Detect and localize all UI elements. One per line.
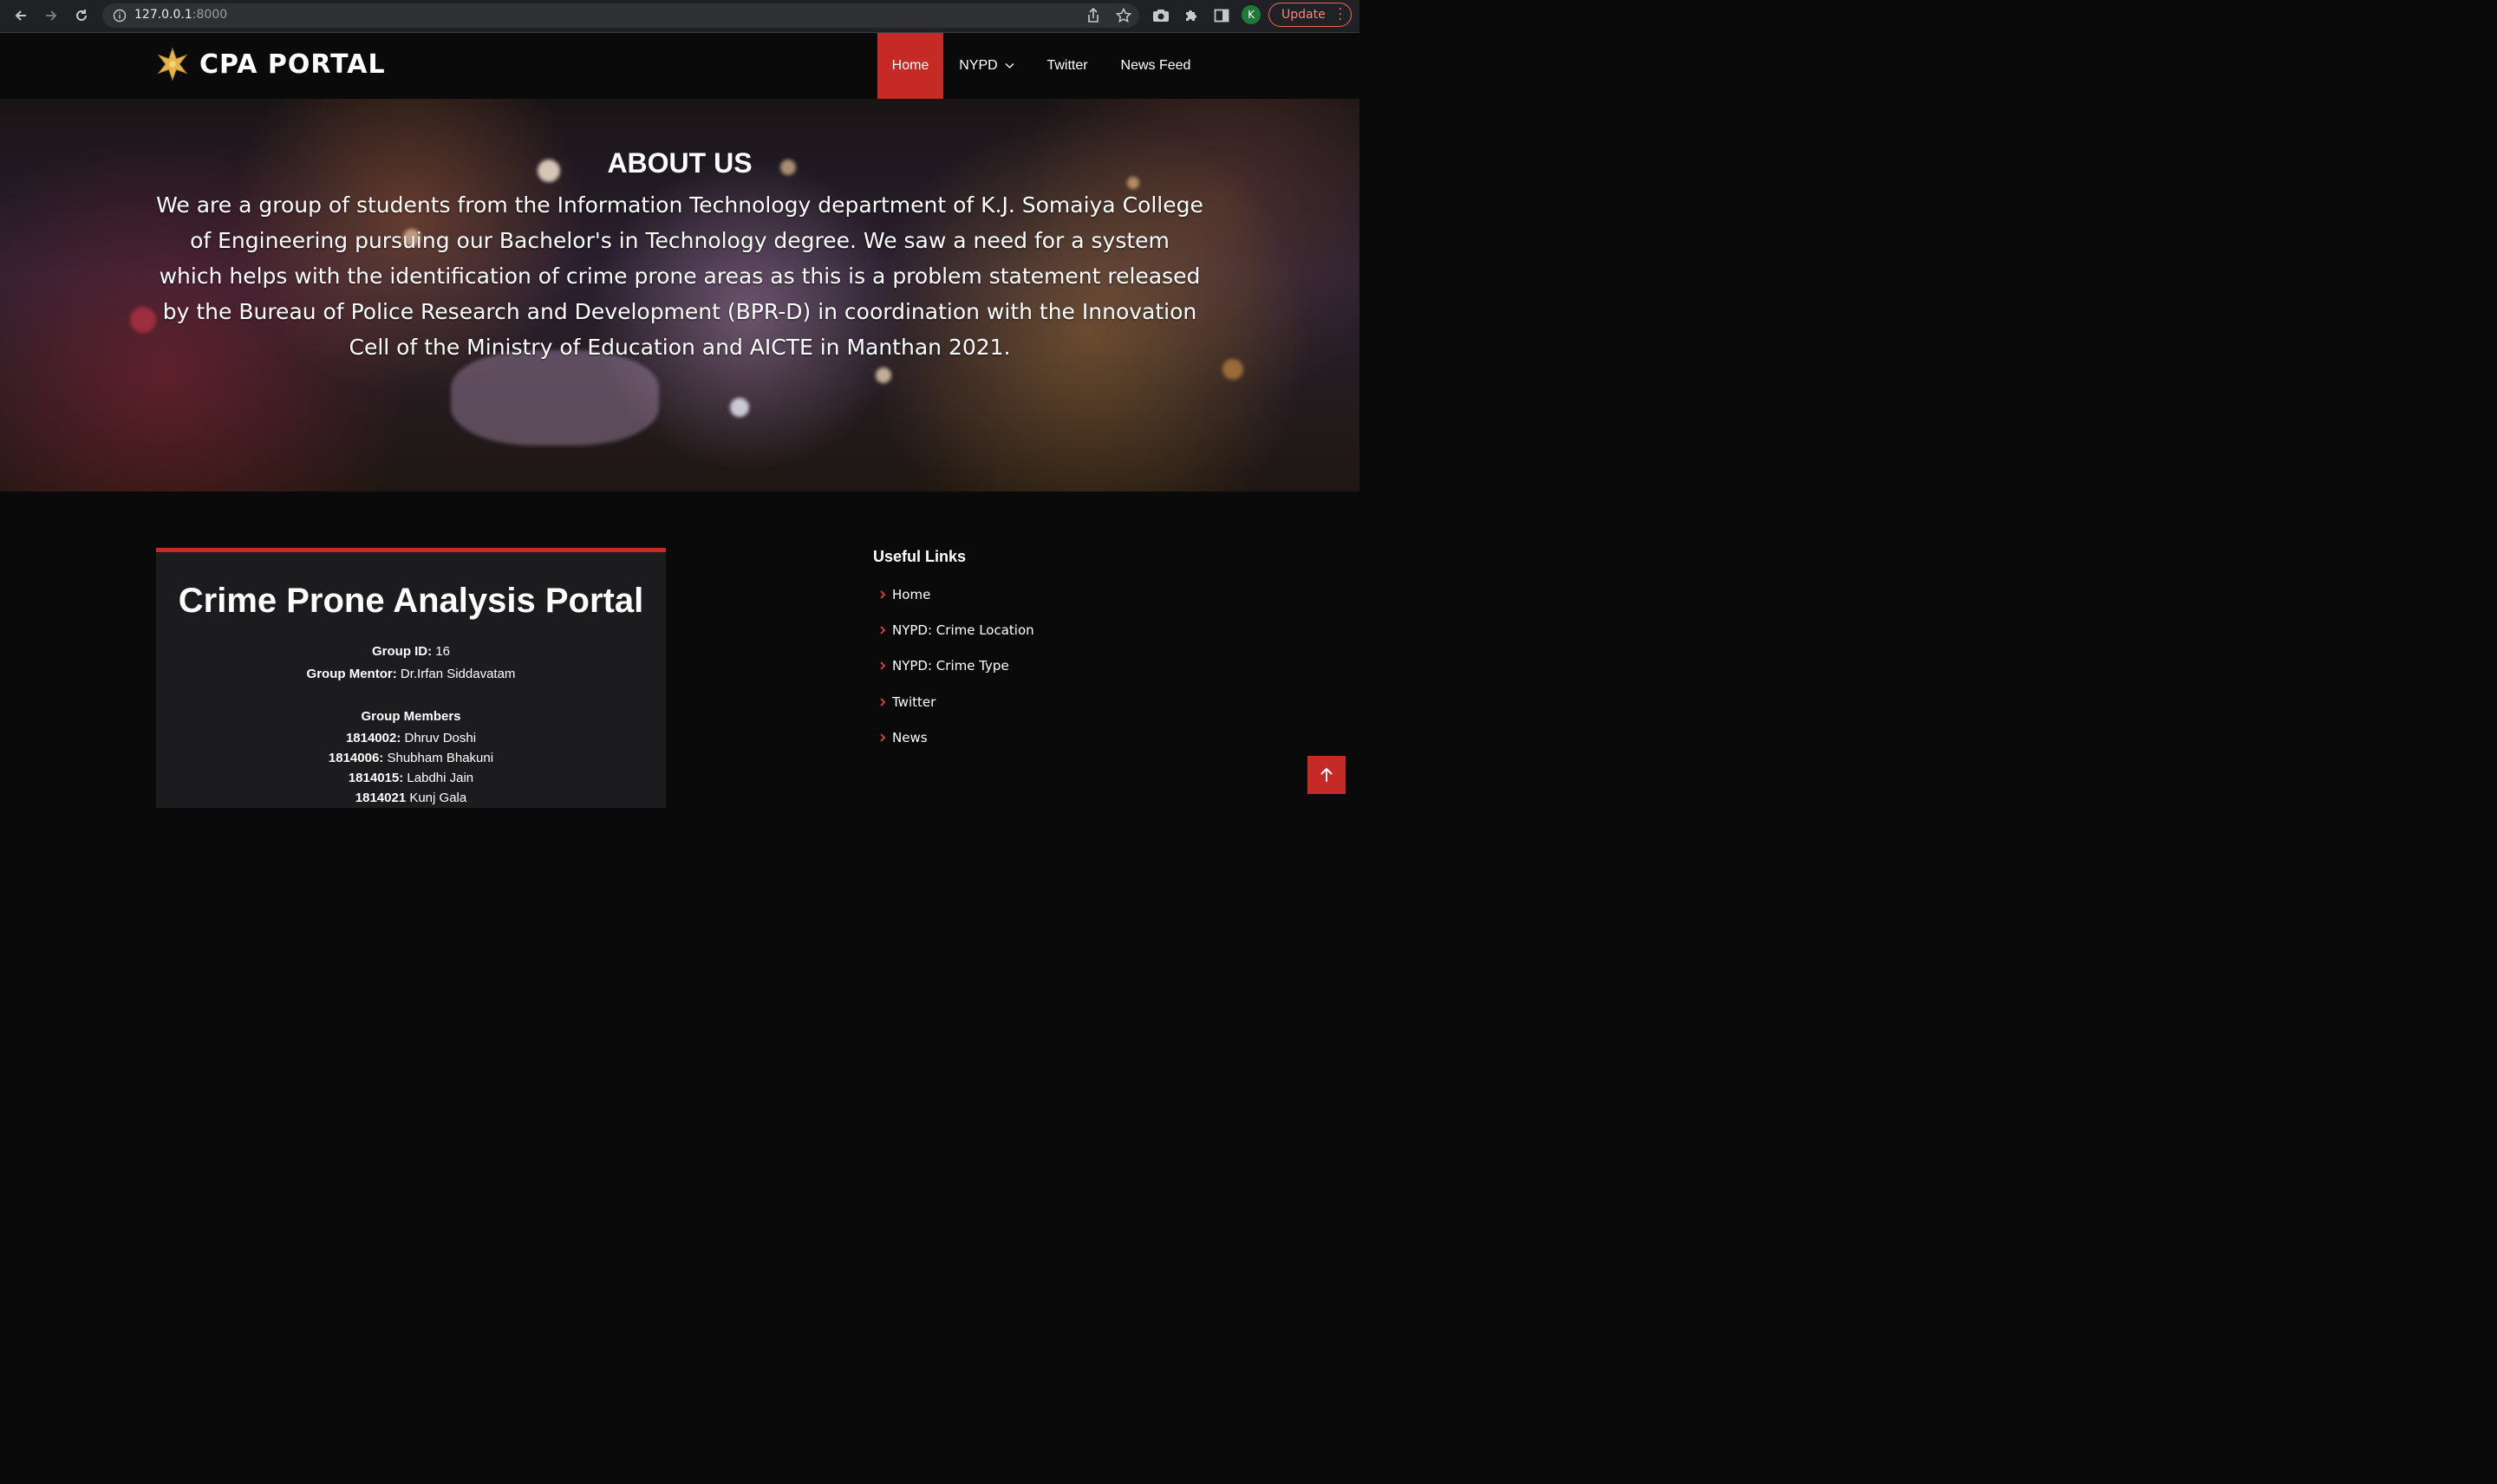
bokeh-light	[730, 398, 749, 417]
more-menu-icon[interactable]: · · ·	[1339, 3, 1342, 26]
group-mentor-line: Group Mentor: Dr.Irfan Siddavatam	[156, 667, 666, 681]
back-to-top-button[interactable]	[1307, 756, 1346, 794]
member-row: 1814002: Dhruv Doshi	[156, 731, 666, 745]
group-members-heading-text: Group Members	[361, 709, 461, 724]
footer-link-label: Twitter	[892, 694, 936, 710]
member-name: Shubham Bhakuni	[383, 751, 494, 765]
side-panel-icon[interactable]	[1211, 5, 1232, 26]
site-logo[interactable]: CPA PORTAL	[156, 47, 386, 81]
nav-home-label: Home	[891, 58, 929, 73]
chevron-right-icon	[880, 733, 886, 742]
about-paragraph: We are a group of students from the Info…	[156, 192, 1203, 360]
member-row: 1814021 Kunj Gala	[156, 791, 666, 805]
group-id-label: Group ID:	[371, 644, 433, 659]
nav-twitter[interactable]: Twitter	[1037, 33, 1098, 99]
bookmark-star-icon[interactable]	[1113, 5, 1134, 26]
camera-icon[interactable]	[1151, 5, 1171, 26]
group-mentor-label: Group Mentor:	[306, 667, 397, 681]
sheriff-star-icon	[157, 47, 188, 81]
group-id-line: Group ID: 16	[156, 644, 666, 659]
card-title: Crime Prone Analysis Portal	[178, 582, 644, 620]
update-button[interactable]: Update · · ·	[1268, 3, 1352, 27]
member-id: 1814021	[355, 791, 407, 805]
back-arrow-icon[interactable]	[9, 3, 33, 28]
footer-link-twitter[interactable]: Twitter	[877, 693, 936, 711]
chevron-right-icon	[880, 698, 886, 706]
bokeh-light	[1222, 359, 1243, 380]
about-hero: ABOUT US We are a group of students from…	[0, 99, 1359, 491]
bokeh-light	[130, 307, 156, 333]
chevron-right-icon	[880, 661, 886, 670]
forward-arrow-icon[interactable]	[39, 3, 63, 28]
member-name: Kunj Gala	[406, 791, 467, 805]
member-row: 1814006: Shubham Bhakuni	[156, 751, 666, 765]
address-bar[interactable]: 127.0.0.1:8000	[102, 3, 1139, 28]
footer-link-label: News	[892, 730, 928, 745]
chevron-down-icon	[1005, 63, 1014, 68]
about-title: ABOUT US	[607, 147, 753, 179]
nav-nypd-label: NYPD	[959, 58, 998, 73]
update-label: Update	[1281, 8, 1326, 22]
site-info-icon[interactable]	[113, 9, 127, 26]
profile-avatar[interactable]: K	[1242, 5, 1261, 24]
chevron-right-icon	[880, 590, 886, 599]
extensions-puzzle-icon[interactable]	[1181, 5, 1202, 26]
bokeh-light	[876, 368, 891, 383]
group-mentor-value: Dr.Irfan Siddavatam	[396, 667, 516, 681]
url-text: 127.0.0.1:8000	[134, 8, 227, 22]
site-header: CPA PORTAL Home NYPD Twitter News Feed	[0, 33, 1359, 99]
logo-text: CPA PORTAL	[199, 49, 386, 80]
url-host: 127.0.0.1	[134, 8, 192, 22]
footer-link-label: Home	[892, 587, 931, 602]
nav-news-feed[interactable]: News Feed	[1113, 33, 1198, 99]
footer-link-crime-location[interactable]: NYPD: Crime Location	[877, 622, 1034, 639]
arrow-up-icon	[1320, 767, 1333, 782]
reload-icon[interactable]	[69, 3, 94, 28]
project-info-card: Crime Prone Analysis Portal Group ID: 16…	[156, 548, 666, 808]
chevron-right-icon	[880, 626, 886, 635]
member-id: 1814006:	[328, 751, 384, 765]
avatar-letter: K	[1248, 9, 1255, 21]
member-name: Labdhi Jain	[403, 771, 474, 785]
group-id-value: 16	[432, 644, 450, 659]
nav-news-feed-label: News Feed	[1120, 58, 1191, 73]
member-name: Dhruv Doshi	[401, 731, 477, 745]
footer-link-label: NYPD: Crime Type	[892, 658, 1009, 674]
useful-links-heading: Useful Links	[873, 548, 967, 565]
footer-link-home[interactable]: Home	[877, 586, 930, 603]
group-members-heading: Group Members	[156, 709, 666, 724]
browser-toolbar: 127.0.0.1:8000 K Update · · ·	[0, 0, 1359, 33]
member-id: 1814002:	[345, 731, 401, 745]
footer-link-crime-type[interactable]: NYPD: Crime Type	[877, 657, 1009, 674]
share-icon[interactable]	[1083, 5, 1104, 26]
url-port: :8000	[192, 8, 228, 22]
member-row: 1814015: Labdhi Jain	[156, 771, 666, 785]
footer-link-news[interactable]: News	[877, 729, 928, 746]
nav-nypd[interactable]: NYPD	[954, 33, 1020, 99]
member-id: 1814015:	[348, 771, 404, 785]
footer-link-label: NYPD: Crime Location	[892, 622, 1034, 638]
nav-home[interactable]: Home	[877, 33, 943, 99]
nav-twitter-label: Twitter	[1046, 58, 1088, 73]
